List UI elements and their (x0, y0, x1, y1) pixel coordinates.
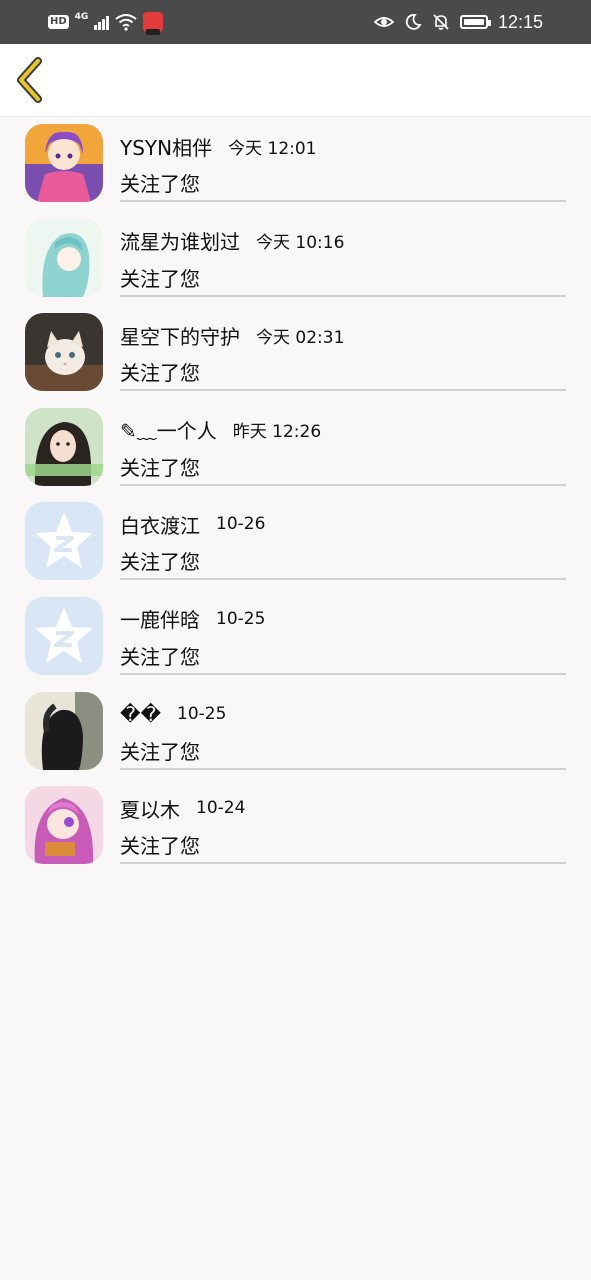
avatar[interactable] (25, 124, 103, 202)
list-item[interactable]: ✎﹏一个人 昨天 12:26 关注了您 (0, 401, 591, 496)
list-item[interactable]: 一鹿伴晗 10-25 关注了您 (0, 590, 591, 685)
status-bar-left: HD 4G (48, 10, 164, 35)
row-divider (120, 767, 566, 770)
dark-hair-girl-avatar-image (25, 691, 103, 770)
row-divider (120, 672, 566, 675)
follow-action-text: 关注了您 (120, 172, 200, 196)
photo-girl-avatar-image (25, 407, 103, 486)
list-item[interactable]: YSYN相伴 今天 12:01 关注了您 (0, 117, 591, 212)
signal-icon (94, 14, 110, 30)
avatar[interactable] (25, 786, 103, 865)
timestamp: 10-25 (216, 608, 266, 629)
name-line: 流星为谁划过 今天 10:16 (120, 227, 344, 255)
follow-action-text: 关注了您 (120, 361, 200, 386)
follow-action-text: 关注了您 (120, 550, 200, 575)
eye-icon (373, 17, 394, 27)
user-name[interactable]: �� (120, 702, 161, 726)
timestamp: 今天 10:16 (256, 233, 345, 254)
timestamp: 今天 12:01 (228, 138, 317, 159)
user-name[interactable]: 流星为谁划过 (120, 226, 240, 255)
anime-girl-avatar-image (25, 124, 103, 202)
teal-hair-girl-avatar-image (25, 218, 103, 297)
user-name[interactable]: YSYN相伴 (120, 132, 212, 161)
row-divider (120, 862, 566, 865)
avatar[interactable] (25, 502, 103, 581)
user-name[interactable]: 夏以木 (120, 794, 180, 823)
timestamp: 10-26 (216, 514, 266, 535)
pink-anime-girl-avatar-image (25, 786, 103, 865)
name-line: �� 10-25 (120, 700, 226, 728)
app-notification-icon (143, 12, 164, 35)
row-divider (120, 389, 566, 392)
avatar[interactable] (25, 596, 103, 675)
name-line: YSYN相伴 今天 12:01 (120, 132, 317, 160)
avatar[interactable] (25, 313, 103, 392)
default-qzone-avatar-icon (25, 596, 103, 675)
name-line: 星空下的守护 今天 02:31 (120, 321, 344, 349)
moon-icon (405, 14, 422, 30)
top-app-bar (0, 44, 591, 117)
list-item[interactable]: 夏以木 10-24 关注了您 (0, 779, 591, 874)
list-item[interactable]: 流星为谁划过 今天 10:16 关注了您 (0, 212, 591, 307)
name-line: 夏以木 10-24 (120, 794, 245, 822)
user-name[interactable]: 一鹿伴晗 (120, 604, 200, 633)
row-divider (120, 578, 566, 581)
back-button[interactable] (12, 56, 52, 104)
row-divider (120, 200, 566, 202)
follow-action-text: 关注了您 (120, 266, 200, 291)
status-bar-right: 12:15 (373, 10, 543, 34)
follower-notification-list: YSYN相伴 今天 12:01 关注了您 流星为谁划过 今天 10:16 关注了… (0, 117, 591, 874)
follow-action-text: 关注了您 (120, 739, 200, 764)
avatar[interactable] (25, 218, 103, 297)
status-time: 12:15 (497, 11, 543, 32)
list-item[interactable]: 白衣渡江 10-26 关注了您 (0, 495, 591, 590)
timestamp: 10-24 (196, 798, 246, 819)
follow-action-text: 关注了您 (120, 644, 200, 669)
timestamp: 10-25 (177, 703, 227, 724)
default-qzone-avatar-icon (25, 502, 103, 581)
battery-icon (459, 15, 491, 29)
name-line: ✎﹏一个人 昨天 12:26 (120, 416, 321, 444)
row-divider (120, 483, 566, 486)
bell-muted-icon (433, 14, 449, 30)
name-line: 白衣渡江 10-26 (120, 510, 265, 538)
hd-badge: HD (48, 15, 69, 29)
avatar[interactable] (25, 407, 103, 486)
wifi-icon (115, 14, 137, 31)
user-name[interactable]: 白衣渡江 (120, 510, 200, 539)
name-line: 一鹿伴晗 10-25 (120, 605, 265, 633)
status-bar: HD 4G 12:15 (0, 0, 591, 44)
timestamp: 昨天 12:26 (232, 422, 322, 443)
kitten-avatar-image (25, 313, 103, 392)
avatar[interactable] (25, 691, 103, 770)
row-divider (120, 294, 566, 297)
network-type: 4G (74, 12, 89, 22)
list-item[interactable]: �� 10-25 关注了您 (0, 685, 591, 780)
chevron-left-icon (17, 57, 42, 103)
follow-action-text: 关注了您 (120, 834, 200, 859)
follow-action-text: 关注了您 (120, 455, 200, 480)
list-item[interactable]: 星空下的守护 今天 02:31 关注了您 (0, 306, 591, 401)
timestamp: 今天 02:31 (256, 327, 345, 348)
user-name[interactable]: 星空下的守护 (120, 321, 240, 350)
user-name[interactable]: ✎﹏一个人 (120, 415, 217, 444)
